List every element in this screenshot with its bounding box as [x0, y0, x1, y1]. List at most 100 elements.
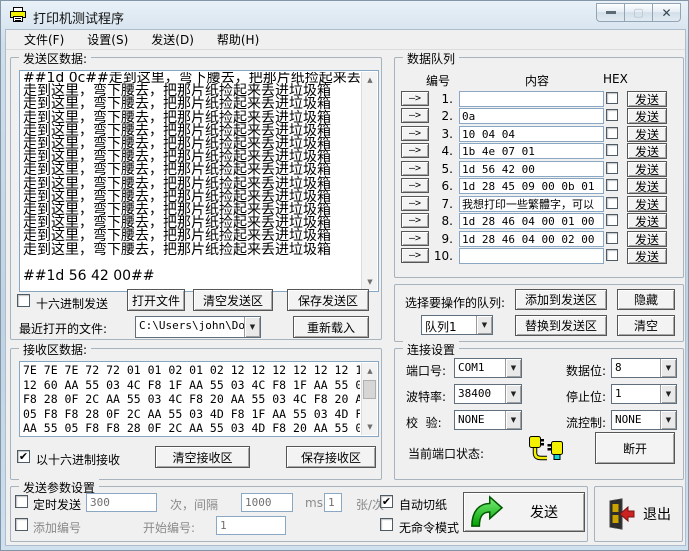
recent-file-label: 最近打开的文件:: [19, 320, 107, 337]
clear-queue-button[interactable]: 清空: [617, 315, 675, 336]
queue-move-button[interactable]: —>: [401, 91, 429, 106]
times-input[interactable]: [86, 493, 157, 512]
queue-hex-checkbox[interactable]: [606, 127, 618, 139]
reload-button[interactable]: 重新载入: [293, 316, 369, 338]
queue-content-input[interactable]: [459, 248, 604, 264]
queue-move-button[interactable]: —>: [401, 213, 429, 228]
chevron-down-icon[interactable]: ▼: [244, 317, 260, 337]
send-button[interactable]: 发送: [463, 492, 585, 532]
open-file-button[interactable]: 打开文件: [127, 289, 185, 311]
save-recv-button[interactable]: 保存接收区: [286, 446, 376, 468]
queue-hex-checkbox[interactable]: [606, 197, 618, 209]
start-number-input[interactable]: [216, 516, 286, 535]
recv-scrollbar[interactable]: ▲ ▼: [361, 363, 377, 435]
queue-move-button[interactable]: —>: [401, 108, 429, 123]
chevron-down-icon[interactable]: ▼: [660, 385, 676, 403]
chevron-down-icon[interactable]: ▼: [476, 316, 492, 334]
disconnect-button[interactable]: 断开: [595, 432, 675, 464]
menu-settings[interactable]: 设置(S): [77, 30, 138, 50]
interval-input[interactable]: [241, 493, 293, 512]
hex-send-checkbox[interactable]: [17, 294, 30, 307]
send-textarea[interactable]: ##1d 0c##走到这里，弯下腰去，把那片纸捡起来丢进垃圾箱 走到这里，弯下腰…: [19, 70, 379, 292]
send-text[interactable]: ##1d 0c##走到这里，弯下腰去，把那片纸捡起来丢进垃圾箱 走到这里，弯下腰…: [23, 72, 360, 291]
add-to-send-button[interactable]: 添加到发送区: [515, 289, 607, 310]
databits-combobox[interactable]: 8 ▼: [611, 358, 677, 378]
queue-hex-checkbox[interactable]: [606, 214, 618, 226]
queue-content-input[interactable]: [459, 91, 604, 107]
queue-send-button[interactable]: 发送: [627, 178, 667, 194]
chevron-down-icon[interactable]: ▼: [505, 359, 521, 377]
scroll-up-icon[interactable]: ▲: [362, 72, 378, 88]
exit-button[interactable]: 退出: [598, 491, 680, 537]
menu-help[interactable]: 帮助(H): [207, 30, 269, 50]
flow-combobox[interactable]: NONE ▼: [611, 410, 677, 430]
queue-move-button[interactable]: —>: [401, 143, 429, 158]
queue-select-combobox[interactable]: 队列1 ▼: [421, 315, 493, 335]
chevron-down-icon[interactable]: ▼: [505, 411, 521, 429]
queue-move-button[interactable]: —>: [401, 231, 429, 246]
menu-file[interactable]: 文件(F): [14, 30, 74, 50]
queue-send-button[interactable]: 发送: [627, 161, 667, 177]
add-number-checkbox[interactable]: [15, 518, 28, 531]
queue-content-input[interactable]: [459, 108, 604, 124]
queue-content-input[interactable]: [459, 161, 604, 177]
queue-send-button[interactable]: 发送: [627, 231, 667, 247]
maximize-button[interactable]: ▢: [624, 3, 653, 22]
title-bar[interactable]: 打印机测试程序 ▢ ✕: [1, 1, 688, 29]
queue-move-button[interactable]: —>: [401, 248, 429, 263]
chevron-down-icon[interactable]: ▼: [505, 385, 521, 403]
queue-hex-checkbox[interactable]: [606, 249, 618, 261]
queue-hex-checkbox[interactable]: [606, 162, 618, 174]
queue-send-button[interactable]: 发送: [627, 126, 667, 142]
close-button[interactable]: ✕: [652, 3, 681, 22]
recent-file-combobox[interactable]: C:\Users\john\Document ▼: [135, 316, 261, 338]
hex-recv-checkbox[interactable]: ✔: [17, 450, 30, 463]
queue-content-input[interactable]: [459, 196, 604, 212]
chevron-down-icon[interactable]: ▼: [660, 411, 676, 429]
recv-text[interactable]: 7E 7E 7E 72 72 01 01 02 01 02 12 12 12 1…: [23, 363, 360, 436]
chevron-down-icon[interactable]: ▼: [660, 359, 676, 377]
scroll-down-icon[interactable]: ▼: [362, 274, 378, 290]
queue-send-button[interactable]: 发送: [627, 91, 667, 107]
queue-send-button[interactable]: 发送: [627, 248, 667, 264]
save-send-button[interactable]: 保存发送区: [287, 289, 369, 311]
queue-content-input[interactable]: [459, 126, 604, 142]
scroll-down-icon[interactable]: ▼: [362, 419, 378, 435]
per-input[interactable]: [324, 493, 342, 512]
queue-move-button[interactable]: —>: [401, 196, 429, 211]
queue-content-input[interactable]: [459, 143, 604, 159]
queue-send-button[interactable]: 发送: [627, 196, 667, 212]
queue-move-button[interactable]: —>: [401, 178, 429, 193]
send-scrollbar[interactable]: ▲ ▼: [361, 72, 377, 290]
queue-hex-checkbox[interactable]: [606, 92, 618, 104]
scroll-thumb[interactable]: [363, 380, 376, 399]
queue-content-input[interactable]: [459, 213, 604, 229]
parity-combobox[interactable]: NONE ▼: [454, 410, 522, 430]
queue-hex-checkbox[interactable]: [606, 232, 618, 244]
baud-combobox[interactable]: 38400 ▼: [454, 384, 522, 404]
auto-cut-checkbox[interactable]: ✔: [380, 495, 393, 508]
queue-send-button[interactable]: 发送: [627, 143, 667, 159]
replace-to-send-button[interactable]: 替换到发送区: [515, 315, 607, 336]
queue-move-button[interactable]: —>: [401, 161, 429, 176]
clear-recv-button[interactable]: 清空接收区: [155, 446, 250, 468]
clear-send-button[interactable]: 清空发送区: [193, 289, 273, 311]
queue-content-input[interactable]: [459, 178, 604, 194]
minimize-button[interactable]: [596, 3, 625, 22]
stopbits-combobox[interactable]: 1 ▼: [611, 384, 677, 404]
timed-send-checkbox[interactable]: [15, 495, 28, 508]
port-combobox[interactable]: COM1 ▼: [454, 358, 522, 378]
queue-content-input[interactable]: [459, 231, 604, 247]
recv-textarea[interactable]: 7E 7E 7E 72 72 01 01 02 01 02 12 12 12 1…: [19, 361, 379, 437]
flow-value: NONE: [612, 411, 660, 429]
queue-send-button[interactable]: 发送: [627, 213, 667, 229]
hide-button[interactable]: 隐藏: [617, 289, 675, 310]
queue-hex-checkbox[interactable]: [606, 144, 618, 156]
queue-hex-checkbox[interactable]: [606, 109, 618, 121]
queue-send-button[interactable]: 发送: [627, 108, 667, 124]
queue-hex-checkbox[interactable]: [606, 179, 618, 191]
scroll-up-icon[interactable]: ▲: [362, 363, 378, 379]
menu-send[interactable]: 发送(D): [141, 30, 204, 50]
no-cmd-checkbox[interactable]: [380, 518, 393, 531]
queue-move-button[interactable]: —>: [401, 126, 429, 141]
